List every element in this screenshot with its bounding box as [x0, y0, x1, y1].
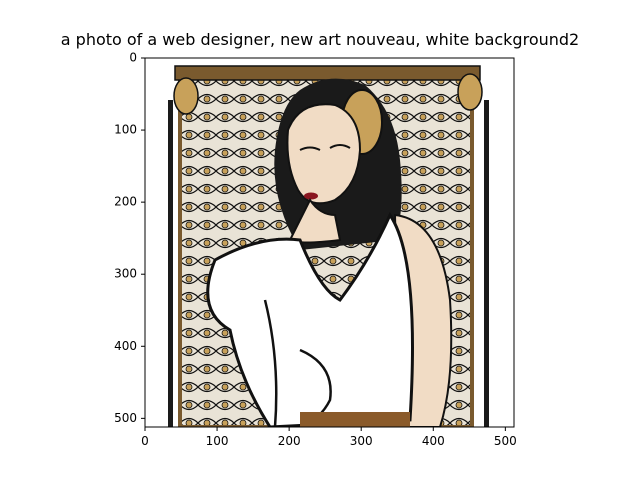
x-axis: 0 100 200 300 400 500: [141, 427, 517, 448]
figure: 0 100 200 300 400 500 0 100 200 300 400 …: [114, 51, 517, 449]
y-tick-label: 200: [114, 195, 137, 209]
y-tick-3: 300: [114, 267, 145, 281]
y-axis: 0 100 200 300 400 500: [114, 51, 145, 425]
x-tick-1: 100: [206, 427, 229, 448]
y-tick-2: 200: [114, 195, 145, 209]
y-tick-label: 500: [114, 411, 137, 425]
x-tick-3: 300: [350, 427, 373, 448]
y-tick-label: 0: [129, 51, 137, 65]
x-tick-2: 200: [278, 427, 301, 448]
x-tick-5: 500: [494, 427, 517, 448]
y-tick-0: 0: [129, 51, 145, 65]
y-tick-label: 100: [114, 123, 137, 137]
x-tick-label: 500: [494, 434, 517, 448]
x-tick-label: 400: [422, 434, 445, 448]
x-tick-0: 0: [141, 427, 149, 448]
x-tick-label: 300: [350, 434, 373, 448]
lips: [304, 192, 318, 200]
y-tick-1: 100: [114, 123, 145, 137]
image-content: [145, 58, 514, 427]
x-tick-label: 200: [278, 434, 301, 448]
x-tick-4: 400: [422, 427, 445, 448]
x-tick-label: 0: [141, 434, 149, 448]
x-tick-label: 100: [206, 434, 229, 448]
top-beam: [174, 65, 481, 81]
y-tick-label: 400: [114, 339, 137, 353]
frame-post-left: [168, 100, 173, 427]
y-tick-4: 400: [114, 339, 145, 353]
y-tick-5: 500: [114, 411, 145, 425]
belt: [300, 412, 410, 427]
y-tick-label: 300: [114, 267, 137, 281]
frame-post-right: [484, 100, 489, 427]
ornament-left: [173, 77, 199, 115]
ornament-right: [457, 73, 483, 111]
